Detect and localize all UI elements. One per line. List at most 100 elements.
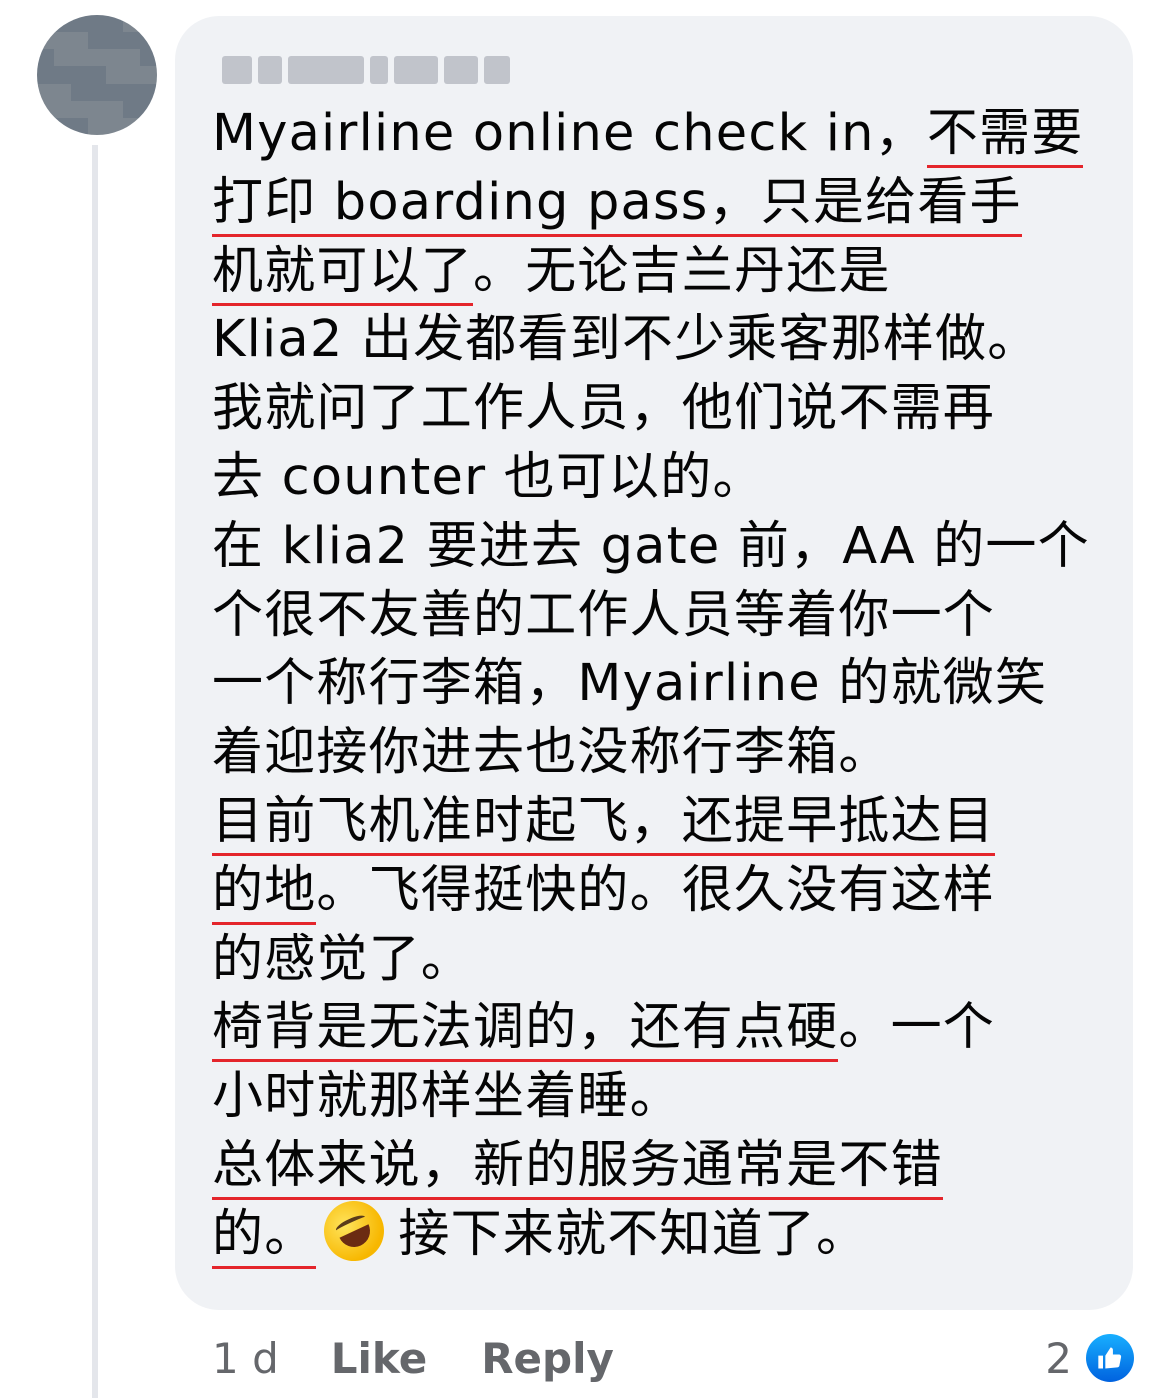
- avatar-pixel: [122, 117, 140, 135]
- text-segment: 我就问了工作人员，他们说不需再: [212, 379, 996, 439]
- avatar-pixel: [37, 32, 55, 50]
- text-segment: 在 klia2 要进去 gate 前，AA 的一个: [212, 516, 1090, 576]
- avatar-pixel: [88, 49, 106, 67]
- avatar-pixel: [37, 117, 55, 135]
- underlined-text: 椅背是无法调的，还有点硬: [212, 998, 839, 1063]
- avatar-pixel: [105, 15, 123, 33]
- comment-line: Myairline online check in，不需要: [212, 100, 1112, 169]
- comment-line: 机就可以了。无论吉兰丹还是: [212, 238, 1112, 307]
- avatar-pixel: [122, 15, 140, 33]
- avatar-pixel: [54, 66, 72, 84]
- avatar-pixel: [37, 66, 55, 84]
- avatar-pixel: [105, 117, 123, 135]
- avatar-pixel: [37, 83, 55, 101]
- author-name-blurred[interactable]: [222, 50, 510, 90]
- like-reaction-icon: [1086, 1334, 1134, 1382]
- avatar-pixel: [139, 15, 157, 33]
- avatar-pixel: [122, 49, 140, 67]
- text-segment: 小时就那样坐着睡。: [212, 1067, 682, 1127]
- comment-timestamp[interactable]: 1 d: [212, 1334, 279, 1383]
- avatar-pixel: [71, 32, 89, 50]
- text-segment: Klia2 出发都看到不少乘客那样做。: [212, 310, 1040, 370]
- like-button[interactable]: Like: [331, 1334, 427, 1383]
- avatar-pixel: [139, 117, 157, 135]
- comment-line: 打印 boarding pass，只是给看手: [212, 169, 1112, 238]
- avatar-pixel: [54, 117, 72, 135]
- comment-line: 我就问了工作人员，他们说不需再: [212, 375, 1112, 444]
- avatar-pixel: [139, 49, 157, 67]
- reaction-summary[interactable]: 2: [1045, 1330, 1134, 1386]
- text-segment: 着迎接你进去也没称行李箱。: [212, 723, 891, 783]
- avatar-pixel: [122, 83, 140, 101]
- comment-line: 一个称行李箱，Myairline 的就微笑: [212, 650, 1112, 719]
- avatar-pixel: [88, 83, 106, 101]
- avatar-pixel: [54, 15, 72, 33]
- underlined-text: 的地: [212, 860, 317, 925]
- comment-line: 去 counter 也可以的。: [212, 444, 1112, 513]
- avatar-pixel: [71, 66, 89, 84]
- avatar-pixel: [88, 117, 106, 135]
- avatar-pixel: [139, 32, 157, 50]
- text-segment: 。飞得挺快的。很久没有这样: [316, 860, 996, 920]
- avatar-pixel: [71, 117, 89, 135]
- comment-line: Klia2 出发都看到不少乘客那样做。: [212, 306, 1112, 375]
- avatar-pixel: [88, 32, 106, 50]
- avatar-pixel: [71, 49, 89, 67]
- underlined-text: 目前飞机准时起飞，还提早抵达目: [212, 791, 996, 856]
- avatar-pixel: [139, 100, 157, 118]
- comment-line: 的地。飞得挺快的。很久没有这样: [212, 857, 1112, 926]
- text-segment: Myairline online check in，: [212, 104, 927, 163]
- reaction-count: 2: [1045, 1333, 1072, 1383]
- text-segment: 一个称行李箱，Myairline 的就微笑: [212, 654, 1048, 714]
- avatar-pixel: [139, 66, 157, 84]
- avatar-pixel: [71, 15, 89, 33]
- avatar[interactable]: [37, 15, 157, 135]
- comment-line: 目前飞机准时起飞，还提早抵达目: [212, 788, 1112, 857]
- underlined-text: 打印 boarding pass，只是给看手: [212, 172, 1022, 237]
- comment-line: 在 klia2 要进去 gate 前，AA 的一个: [212, 513, 1112, 582]
- avatar-pixel: [105, 83, 123, 101]
- text-segment: 个很不友善的工作人员等着你一个: [212, 585, 996, 645]
- avatar-pixel: [71, 100, 89, 118]
- thread-line: [92, 145, 98, 1398]
- underlined-text: 总体来说，新的服务通常是不错: [212, 1135, 943, 1200]
- underlined-text: 机就可以了: [212, 241, 474, 306]
- comment-line: 的。 接下来就不知道了。: [212, 1190, 1112, 1271]
- avatar-pixel: [139, 83, 157, 101]
- avatar-pixel: [88, 66, 106, 84]
- comment-line: 的感觉了。: [212, 926, 1112, 995]
- avatar-pixel: [105, 100, 123, 118]
- laughing-emoji-icon: [314, 1190, 395, 1271]
- underlined-text: 不需要: [926, 104, 1084, 168]
- avatar-pixel: [122, 66, 140, 84]
- text-segment: 去 counter 也可以的。: [212, 447, 765, 507]
- avatar-pixel: [105, 66, 123, 84]
- comment-line: 小时就那样坐着睡。: [212, 1063, 1112, 1132]
- underlined-text: 的。: [212, 1204, 317, 1269]
- text-segment: 接下来就不知道了。: [398, 1204, 869, 1264]
- avatar-pixel: [122, 32, 140, 50]
- avatar-pixel: [54, 49, 72, 67]
- avatar-pixel: [88, 15, 106, 33]
- avatar-pixel: [105, 32, 123, 50]
- avatar-pixel: [54, 32, 72, 50]
- avatar-pixel: [71, 83, 89, 101]
- avatar-pixel: [37, 49, 55, 67]
- comment-text: Myairline online check in，不需要 打印 boarding…: [212, 100, 1112, 1271]
- avatar-pixel: [105, 49, 123, 67]
- avatar-pixel: [54, 100, 72, 118]
- avatar-pixel: [88, 100, 106, 118]
- avatar-pixel: [54, 83, 72, 101]
- text-segment: 的感觉了。: [212, 929, 474, 989]
- avatar-pixel: [122, 100, 140, 118]
- comment-line: 总体来说，新的服务通常是不错: [212, 1132, 1112, 1201]
- avatar-pixel: [37, 100, 55, 118]
- comment-line: 个很不友善的工作人员等着你一个: [212, 582, 1112, 651]
- text-segment: 。无论吉兰丹还是: [473, 241, 891, 301]
- avatar-pixel: [37, 15, 55, 33]
- reply-button[interactable]: Reply: [481, 1334, 614, 1383]
- text-segment: 。一个: [838, 998, 996, 1058]
- comment-line: 着迎接你进去也没称行李箱。: [212, 719, 1112, 788]
- comment-actions: 1 d Like Reply: [212, 1330, 668, 1386]
- comment-line: 椅背是无法调的，还有点硬。一个: [212, 994, 1112, 1063]
